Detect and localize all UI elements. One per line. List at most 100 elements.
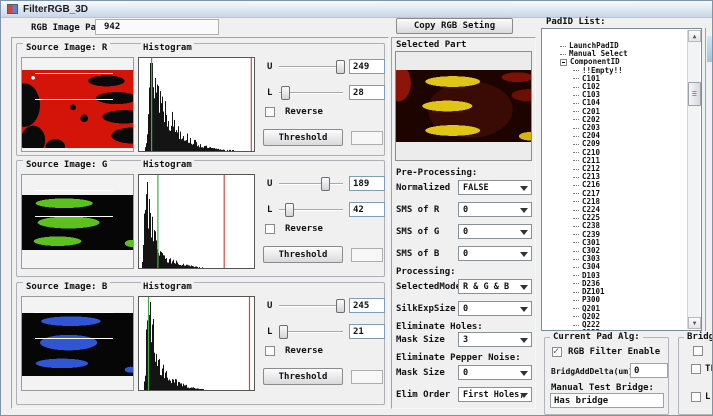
titlebar[interactable]: FilterRGB_3D xyxy=(1,1,712,18)
tree-item[interactable]: C304 xyxy=(560,263,685,271)
tree-item[interactable]: C239 xyxy=(560,231,685,239)
upper-slider[interactable] xyxy=(279,176,343,192)
slider-thumb[interactable] xyxy=(281,86,290,100)
threshold-button[interactable]: Threshold xyxy=(263,368,343,385)
tree-item[interactable]: C212 xyxy=(560,165,685,173)
tree-item[interactable]: C203 xyxy=(560,124,685,132)
bridge-add-delta-input[interactable]: 0 xyxy=(630,363,668,378)
lower-slider[interactable] xyxy=(279,85,343,101)
tree-item[interactable]: C216 xyxy=(560,181,685,189)
option-dropdown[interactable]: 0 xyxy=(458,246,532,261)
option-dropdown[interactable]: 0 xyxy=(458,365,532,380)
option-dropdown[interactable]: R & G & B xyxy=(458,279,532,294)
tree-item[interactable]: C238 xyxy=(560,222,685,230)
option-dropdown[interactable]: 3 xyxy=(458,332,532,347)
tree-item[interactable]: C213 xyxy=(560,173,685,181)
tree-item[interactable]: Q222 xyxy=(560,321,685,329)
tree-item[interactable]: D103 xyxy=(560,272,685,280)
reverse-checkbox[interactable] xyxy=(265,107,275,117)
slider-track[interactable] xyxy=(279,66,343,68)
source-images-panel: Source Image: R Histogram U 249 xyxy=(11,37,389,409)
lower-slider[interactable] xyxy=(279,202,343,218)
tree-scrollbar[interactable]: ▲ ▼ xyxy=(687,30,700,329)
source-image-preview xyxy=(21,57,134,152)
tree-item[interactable]: C204 xyxy=(560,132,685,140)
slider-thumb[interactable] xyxy=(336,299,345,313)
tree-item[interactable]: C210 xyxy=(560,149,685,157)
tree-item[interactable]: C224 xyxy=(560,206,685,214)
lower-slider[interactable] xyxy=(279,324,343,340)
option-row: SilkExpSize 0 xyxy=(392,301,535,316)
tree-item[interactable]: C303 xyxy=(560,255,685,263)
tree-item[interactable]: C209 xyxy=(560,140,685,148)
threshold-button[interactable]: Threshold xyxy=(263,129,343,146)
tree-item[interactable]: C211 xyxy=(560,157,685,165)
option-dropdown[interactable]: FALSE xyxy=(458,180,532,195)
tree-item[interactable]: C301 xyxy=(560,239,685,247)
lower-value-input[interactable]: 21 xyxy=(349,324,385,339)
option-dropdown[interactable]: 0 xyxy=(458,224,532,239)
option-dropdown[interactable]: 0 xyxy=(458,301,532,316)
upper-value-text: 249 xyxy=(353,62,369,72)
histogram-canvas xyxy=(138,174,255,269)
option-label: Normalized xyxy=(396,183,450,193)
tree-item[interactable]: C302 xyxy=(560,247,685,255)
collapse-icon[interactable] xyxy=(560,59,567,66)
copy-rgb-setting-button[interactable]: Copy RGB Seting xyxy=(396,18,513,34)
lower-value-input[interactable]: 28 xyxy=(349,85,385,100)
tree-item[interactable]: Q202 xyxy=(560,313,685,321)
tree-item[interactable]: C102 xyxy=(560,83,685,91)
manual-test-bridge-input[interactable]: Has bridge xyxy=(550,393,664,408)
tree-item[interactable]: DZ101 xyxy=(560,288,685,296)
reverse-checkbox[interactable] xyxy=(265,224,275,234)
upper-slider[interactable] xyxy=(279,59,343,75)
tree-item[interactable]: C104 xyxy=(560,99,685,107)
upper-value-input[interactable]: 245 xyxy=(349,298,385,313)
upper-value-input[interactable]: 249 xyxy=(349,59,385,74)
slider-baseline xyxy=(35,99,113,100)
upper-value-input[interactable]: 189 xyxy=(349,176,385,191)
tree-item[interactable]: C218 xyxy=(560,198,685,206)
lower-label: L xyxy=(267,205,272,215)
threshold-button[interactable]: Threshold xyxy=(263,246,343,263)
option-dropdown[interactable]: First Holes, xyxy=(458,387,532,402)
tree-item[interactable]: Q233 xyxy=(560,329,685,330)
bridge-checkbox[interactable] xyxy=(693,346,703,356)
option-value: 0 xyxy=(463,249,468,259)
reverse-checkbox[interactable] xyxy=(265,346,275,356)
tree-item[interactable]: D236 xyxy=(560,280,685,288)
tree-item[interactable]: C202 xyxy=(560,116,685,124)
slider-thumb[interactable] xyxy=(285,203,294,217)
channel-title: Source Image: R xyxy=(23,43,110,53)
tree-item[interactable]: C101 xyxy=(560,75,685,83)
lower-value-input[interactable]: 42 xyxy=(349,202,385,217)
chevron-down-icon xyxy=(520,208,528,213)
slider-track[interactable] xyxy=(279,183,343,185)
tree-item[interactable]: !!Empty!! xyxy=(560,67,685,75)
rgb-filter-enable-checkbox[interactable] xyxy=(552,347,562,357)
tl-checkbox[interactable] xyxy=(691,364,701,374)
slider-thumb[interactable] xyxy=(336,60,345,74)
tree-item[interactable]: C217 xyxy=(560,190,685,198)
slider-thumb[interactable] xyxy=(321,177,330,191)
pre-processing-title: Pre-Processing: xyxy=(396,168,477,178)
tree-item[interactable]: C103 xyxy=(560,91,685,99)
tree-item[interactable]: P300 xyxy=(560,296,685,304)
tree-item[interactable]: C225 xyxy=(560,214,685,222)
slider-track[interactable] xyxy=(279,305,343,307)
option-label: SMS of G xyxy=(396,227,439,237)
bridge-group: Bridge TL L xyxy=(678,337,713,415)
upper-slider[interactable] xyxy=(279,298,343,314)
tree-item[interactable]: C201 xyxy=(560,108,685,116)
chevron-down-icon xyxy=(520,186,528,191)
option-dropdown[interactable]: 0 xyxy=(458,202,532,217)
l-checkbox[interactable] xyxy=(691,392,701,402)
tree-item[interactable]: Q201 xyxy=(560,305,685,313)
slider-track[interactable] xyxy=(279,331,343,333)
slider-thumb[interactable] xyxy=(279,325,288,339)
tree-item-label: Q233 xyxy=(582,329,600,330)
scrollbar-thumb[interactable] xyxy=(688,82,701,106)
source-image-preview xyxy=(21,174,134,269)
scroll-up-icon[interactable]: ▲ xyxy=(688,30,701,42)
scroll-down-icon[interactable]: ▼ xyxy=(688,317,701,329)
